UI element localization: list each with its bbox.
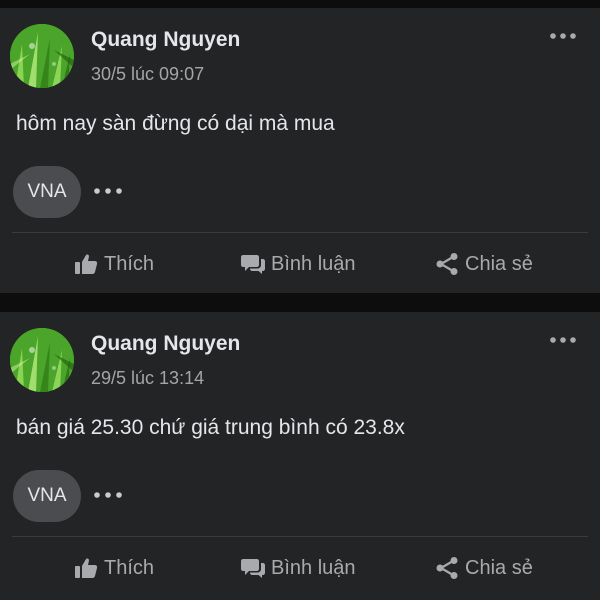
post-text: bán giá 25.30 chứ giá trung bình có 23.8… xyxy=(16,416,405,439)
comment-icon xyxy=(241,255,265,274)
like-button[interactable]: Thích xyxy=(74,548,154,588)
grass-avatar-image xyxy=(10,24,74,88)
news-feed: Quang Nguyen 30/5 lúc 09:07 hôm nay sàn … xyxy=(0,0,600,600)
avatar[interactable] xyxy=(10,24,74,88)
post-text: hôm nay sàn đừng có dại mà mua xyxy=(16,112,335,135)
post-card: Quang Nguyen 29/5 lúc 13:14 bán giá 25.3… xyxy=(0,312,600,600)
share-button[interactable]: Chia sẻ xyxy=(435,548,533,588)
post-actions-bar: Thích Bình luận Chia sẻ xyxy=(0,548,600,588)
stock-tag-chip[interactable]: VNA xyxy=(13,166,81,218)
divider xyxy=(12,232,588,233)
like-label: Thích xyxy=(104,252,155,275)
share-button[interactable]: Chia sẻ xyxy=(435,244,533,284)
avatar[interactable] xyxy=(10,328,74,392)
divider xyxy=(12,536,588,537)
comment-label: Bình luận xyxy=(271,252,356,275)
share-icon xyxy=(436,253,458,275)
post-timestamp[interactable]: 29/5 lúc 13:14 xyxy=(91,368,204,389)
post-timestamp[interactable]: 30/5 lúc 09:07 xyxy=(91,64,204,85)
stock-tag-chip[interactable]: VNA xyxy=(13,470,81,522)
share-label: Chia sẻ xyxy=(465,252,533,275)
grass-avatar-image xyxy=(10,328,74,392)
share-label: Chia sẻ xyxy=(465,556,533,579)
like-button[interactable]: Thích xyxy=(74,244,154,284)
like-label: Thích xyxy=(104,556,155,579)
more-options-icon[interactable] xyxy=(548,26,578,46)
thumbs-up-icon xyxy=(75,254,98,274)
more-tags-icon[interactable] xyxy=(92,487,124,503)
comment-button[interactable]: Bình luận xyxy=(241,548,356,588)
share-icon xyxy=(436,557,458,579)
comment-icon xyxy=(241,559,265,578)
post-card: Quang Nguyen 30/5 lúc 09:07 hôm nay sàn … xyxy=(0,8,600,293)
thumbs-up-icon xyxy=(75,558,98,578)
more-options-icon[interactable] xyxy=(548,330,578,350)
comment-label: Bình luận xyxy=(271,556,356,579)
post-actions-bar: Thích Bình luận Chia sẻ xyxy=(0,244,600,284)
author-name[interactable]: Quang Nguyen xyxy=(91,28,240,52)
comment-button[interactable]: Bình luận xyxy=(241,244,356,284)
more-tags-icon[interactable] xyxy=(92,183,124,199)
author-name[interactable]: Quang Nguyen xyxy=(91,332,240,356)
